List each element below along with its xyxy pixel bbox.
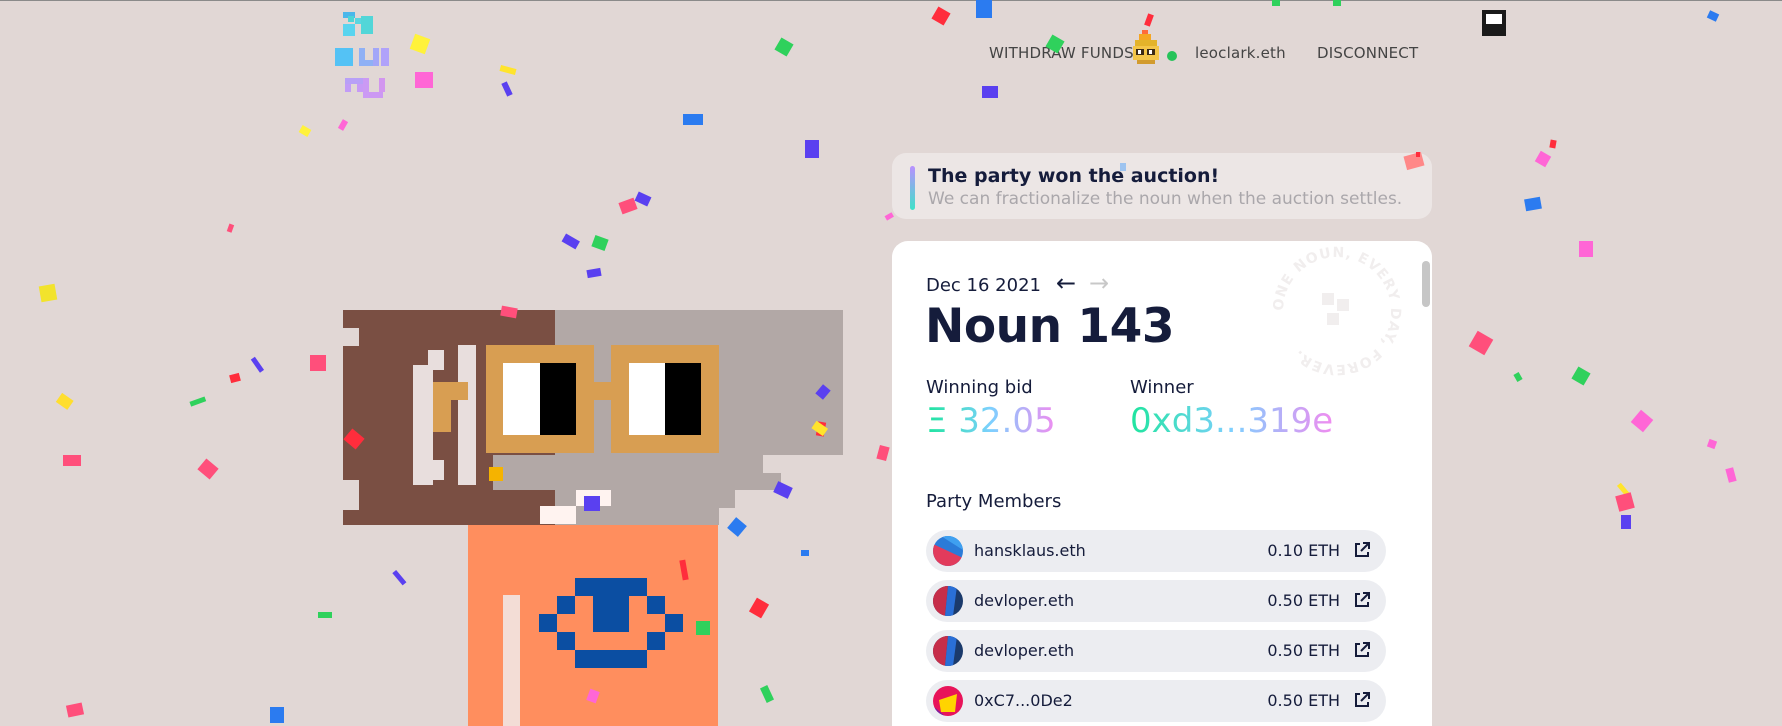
notice-accent-bar xyxy=(910,166,915,210)
member-avatar xyxy=(933,636,963,666)
winner-label: Winner xyxy=(1130,377,1194,398)
winning-bid-label: Winning bid xyxy=(926,377,1033,398)
party-member-row: devloper.eth 0.50 ETH xyxy=(926,580,1386,622)
connected-status-dot xyxy=(1167,51,1177,61)
external-link-icon[interactable] xyxy=(1352,690,1372,710)
card-scrollbar[interactable] xyxy=(1422,261,1430,307)
auction-date: Dec 16 2021 xyxy=(926,275,1041,296)
disconnect-button[interactable]: DISCONNECT xyxy=(1317,44,1418,62)
noun-avatar-icon xyxy=(1133,30,1159,64)
arrow-right-icon: → xyxy=(1089,269,1110,297)
auction-won-notice: The party won the auction! We can fracti… xyxy=(892,153,1432,219)
member-avatar xyxy=(933,536,963,566)
member-name: devloper.eth xyxy=(974,591,1075,610)
member-avatar xyxy=(933,686,963,716)
notice-title: The party won the auction! xyxy=(928,165,1220,187)
winner-address[interactable]: 0xd3...319e xyxy=(1130,401,1333,441)
member-avatar xyxy=(933,586,963,616)
arrow-left-icon[interactable]: ← xyxy=(1056,271,1076,295)
member-name: devloper.eth xyxy=(974,641,1075,660)
notice-subtitle: We can fractionalize the noun when the a… xyxy=(928,189,1403,209)
winning-bid-value: Ξ 32.05 xyxy=(926,401,1056,441)
external-link-icon[interactable] xyxy=(1352,540,1372,560)
confetti-overlay xyxy=(38,0,1737,723)
member-amount: 0.50 ETH xyxy=(1267,641,1340,660)
external-link-icon[interactable] xyxy=(1352,590,1372,610)
noun-143-image xyxy=(343,310,843,726)
member-amount: 0.10 ETH xyxy=(1267,541,1340,560)
member-name: 0xC7...0De2 xyxy=(974,691,1073,710)
member-amount: 0.50 ETH xyxy=(1267,591,1340,610)
svg-text:ONE NOUN, EVERY DAY, FOREVER.: ONE NOUN, EVERY DAY, FOREVER. xyxy=(1271,245,1404,377)
nouns-stamp-watermark: ONE NOUN, EVERY DAY, FOREVER. xyxy=(1271,245,1404,377)
account-ens-name[interactable]: leoclark.eth xyxy=(1195,44,1286,62)
auction-card: ONE NOUN, EVERY DAY, FOREVER. Dec 16 202… xyxy=(892,241,1432,726)
party-members-label: Party Members xyxy=(926,491,1062,512)
window-top-border xyxy=(0,0,1782,1)
withdraw-funds-button[interactable]: WITHDRAW FUNDS xyxy=(989,44,1134,62)
member-name: hansklaus.eth xyxy=(974,541,1086,560)
party-member-row: 0xC7...0De2 0.50 ETH xyxy=(926,680,1386,722)
member-amount: 0.50 ETH xyxy=(1267,691,1340,710)
top-nav: WITHDRAW FUNDS leoclark.eth DISCONNECT xyxy=(0,30,1782,68)
party-member-row: devloper.eth 0.50 ETH xyxy=(926,630,1386,672)
stamp-text: ONE NOUN, EVERY DAY, FOREVER. xyxy=(1271,245,1403,377)
noun-title: Noun 143 xyxy=(925,299,1175,354)
party-member-row: hansklaus.eth 0.10 ETH xyxy=(926,530,1386,572)
external-link-icon[interactable] xyxy=(1352,640,1372,660)
